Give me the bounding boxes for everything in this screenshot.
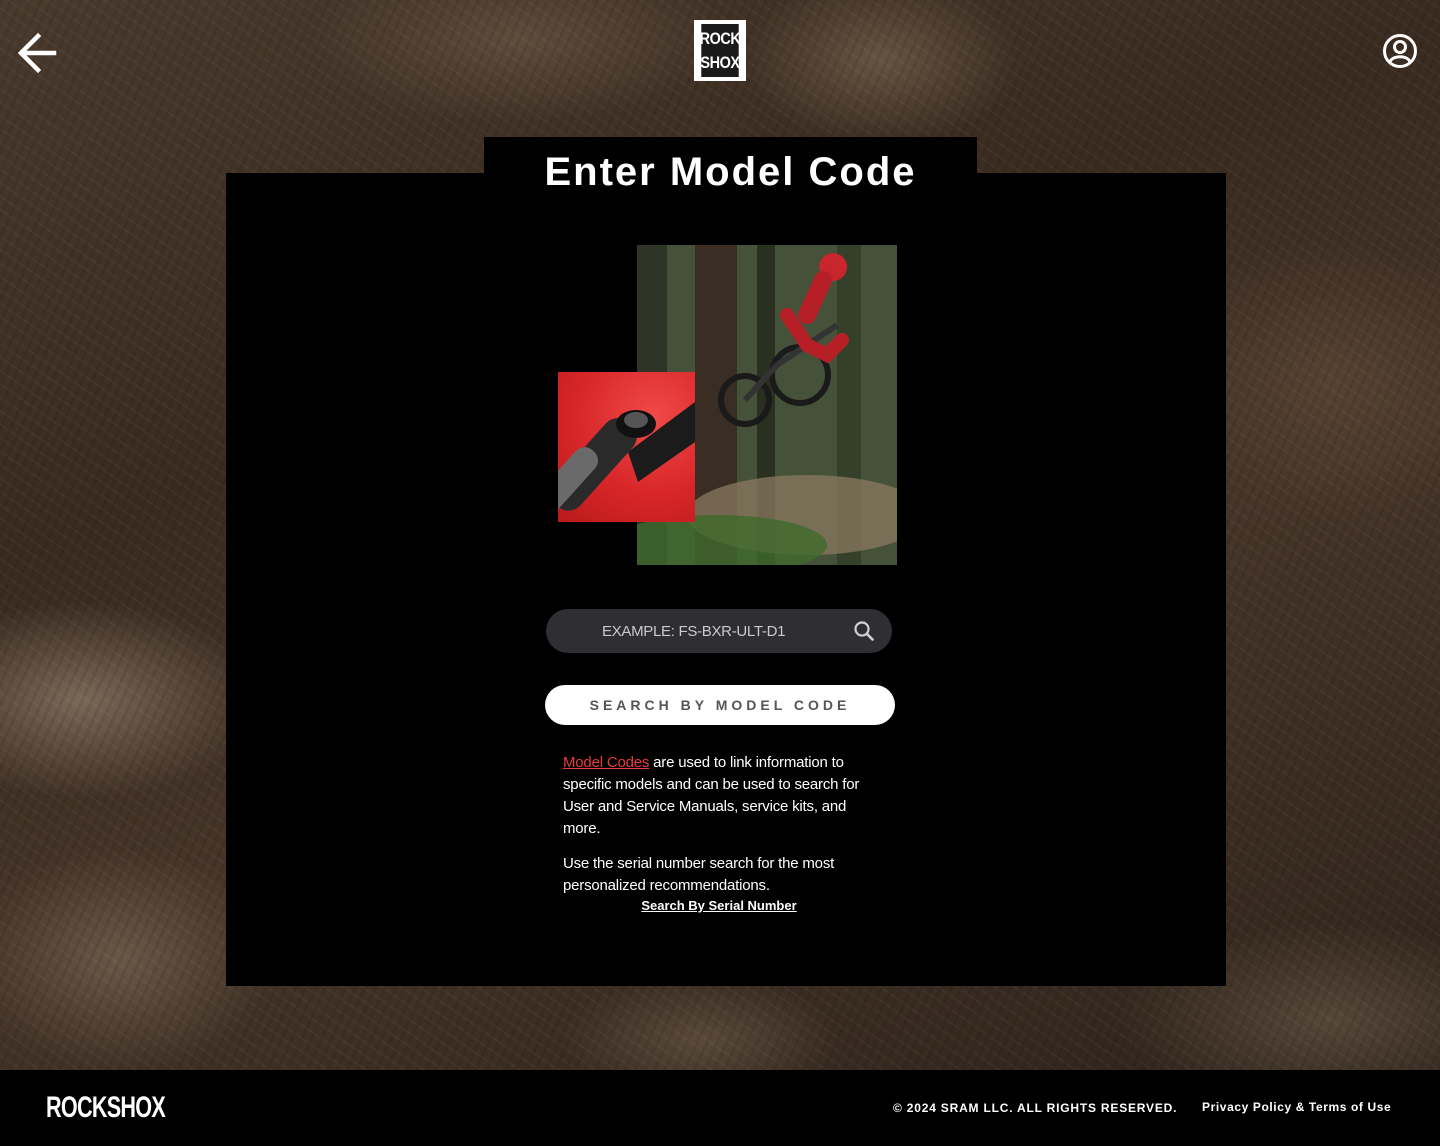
search-by-serial-number-link[interactable]: Search By Serial Number <box>563 898 875 913</box>
search-by-model-code-button[interactable]: SEARCH BY MODEL CODE <box>545 685 895 725</box>
back-button[interactable] <box>16 30 58 76</box>
account-button[interactable] <box>1382 33 1418 69</box>
rockshox-logo[interactable]: ROCK SHOX <box>694 20 746 81</box>
copyright-text: © 2024 SRAM LLC. ALL RIGHTS RESERVED. <box>893 1101 1178 1115</box>
info-paragraph-1: Model Codes are used to link information… <box>563 752 883 840</box>
model-codes-link[interactable]: Model Codes <box>563 754 649 771</box>
fork-product-photo <box>558 372 695 522</box>
model-code-info: Model Codes are used to link information… <box>563 752 883 910</box>
model-code-search-field <box>546 609 892 653</box>
logo-text-rock: ROCK <box>699 28 741 48</box>
info-paragraph-2: Use the serial number search for the mos… <box>563 855 835 894</box>
user-circle-icon <box>1383 34 1417 68</box>
privacy-terms-link[interactable]: Privacy Policy & Terms of Use <box>1202 1100 1391 1114</box>
arrow-left-icon <box>17 32 57 74</box>
logo-text-shox: SHOX <box>700 52 740 72</box>
model-code-input[interactable] <box>602 609 842 653</box>
search-icon[interactable] <box>852 619 876 643</box>
footer-logo[interactable]: ROCKSHOX <box>46 1093 166 1123</box>
page-title: Enter Model Code <box>544 150 917 194</box>
